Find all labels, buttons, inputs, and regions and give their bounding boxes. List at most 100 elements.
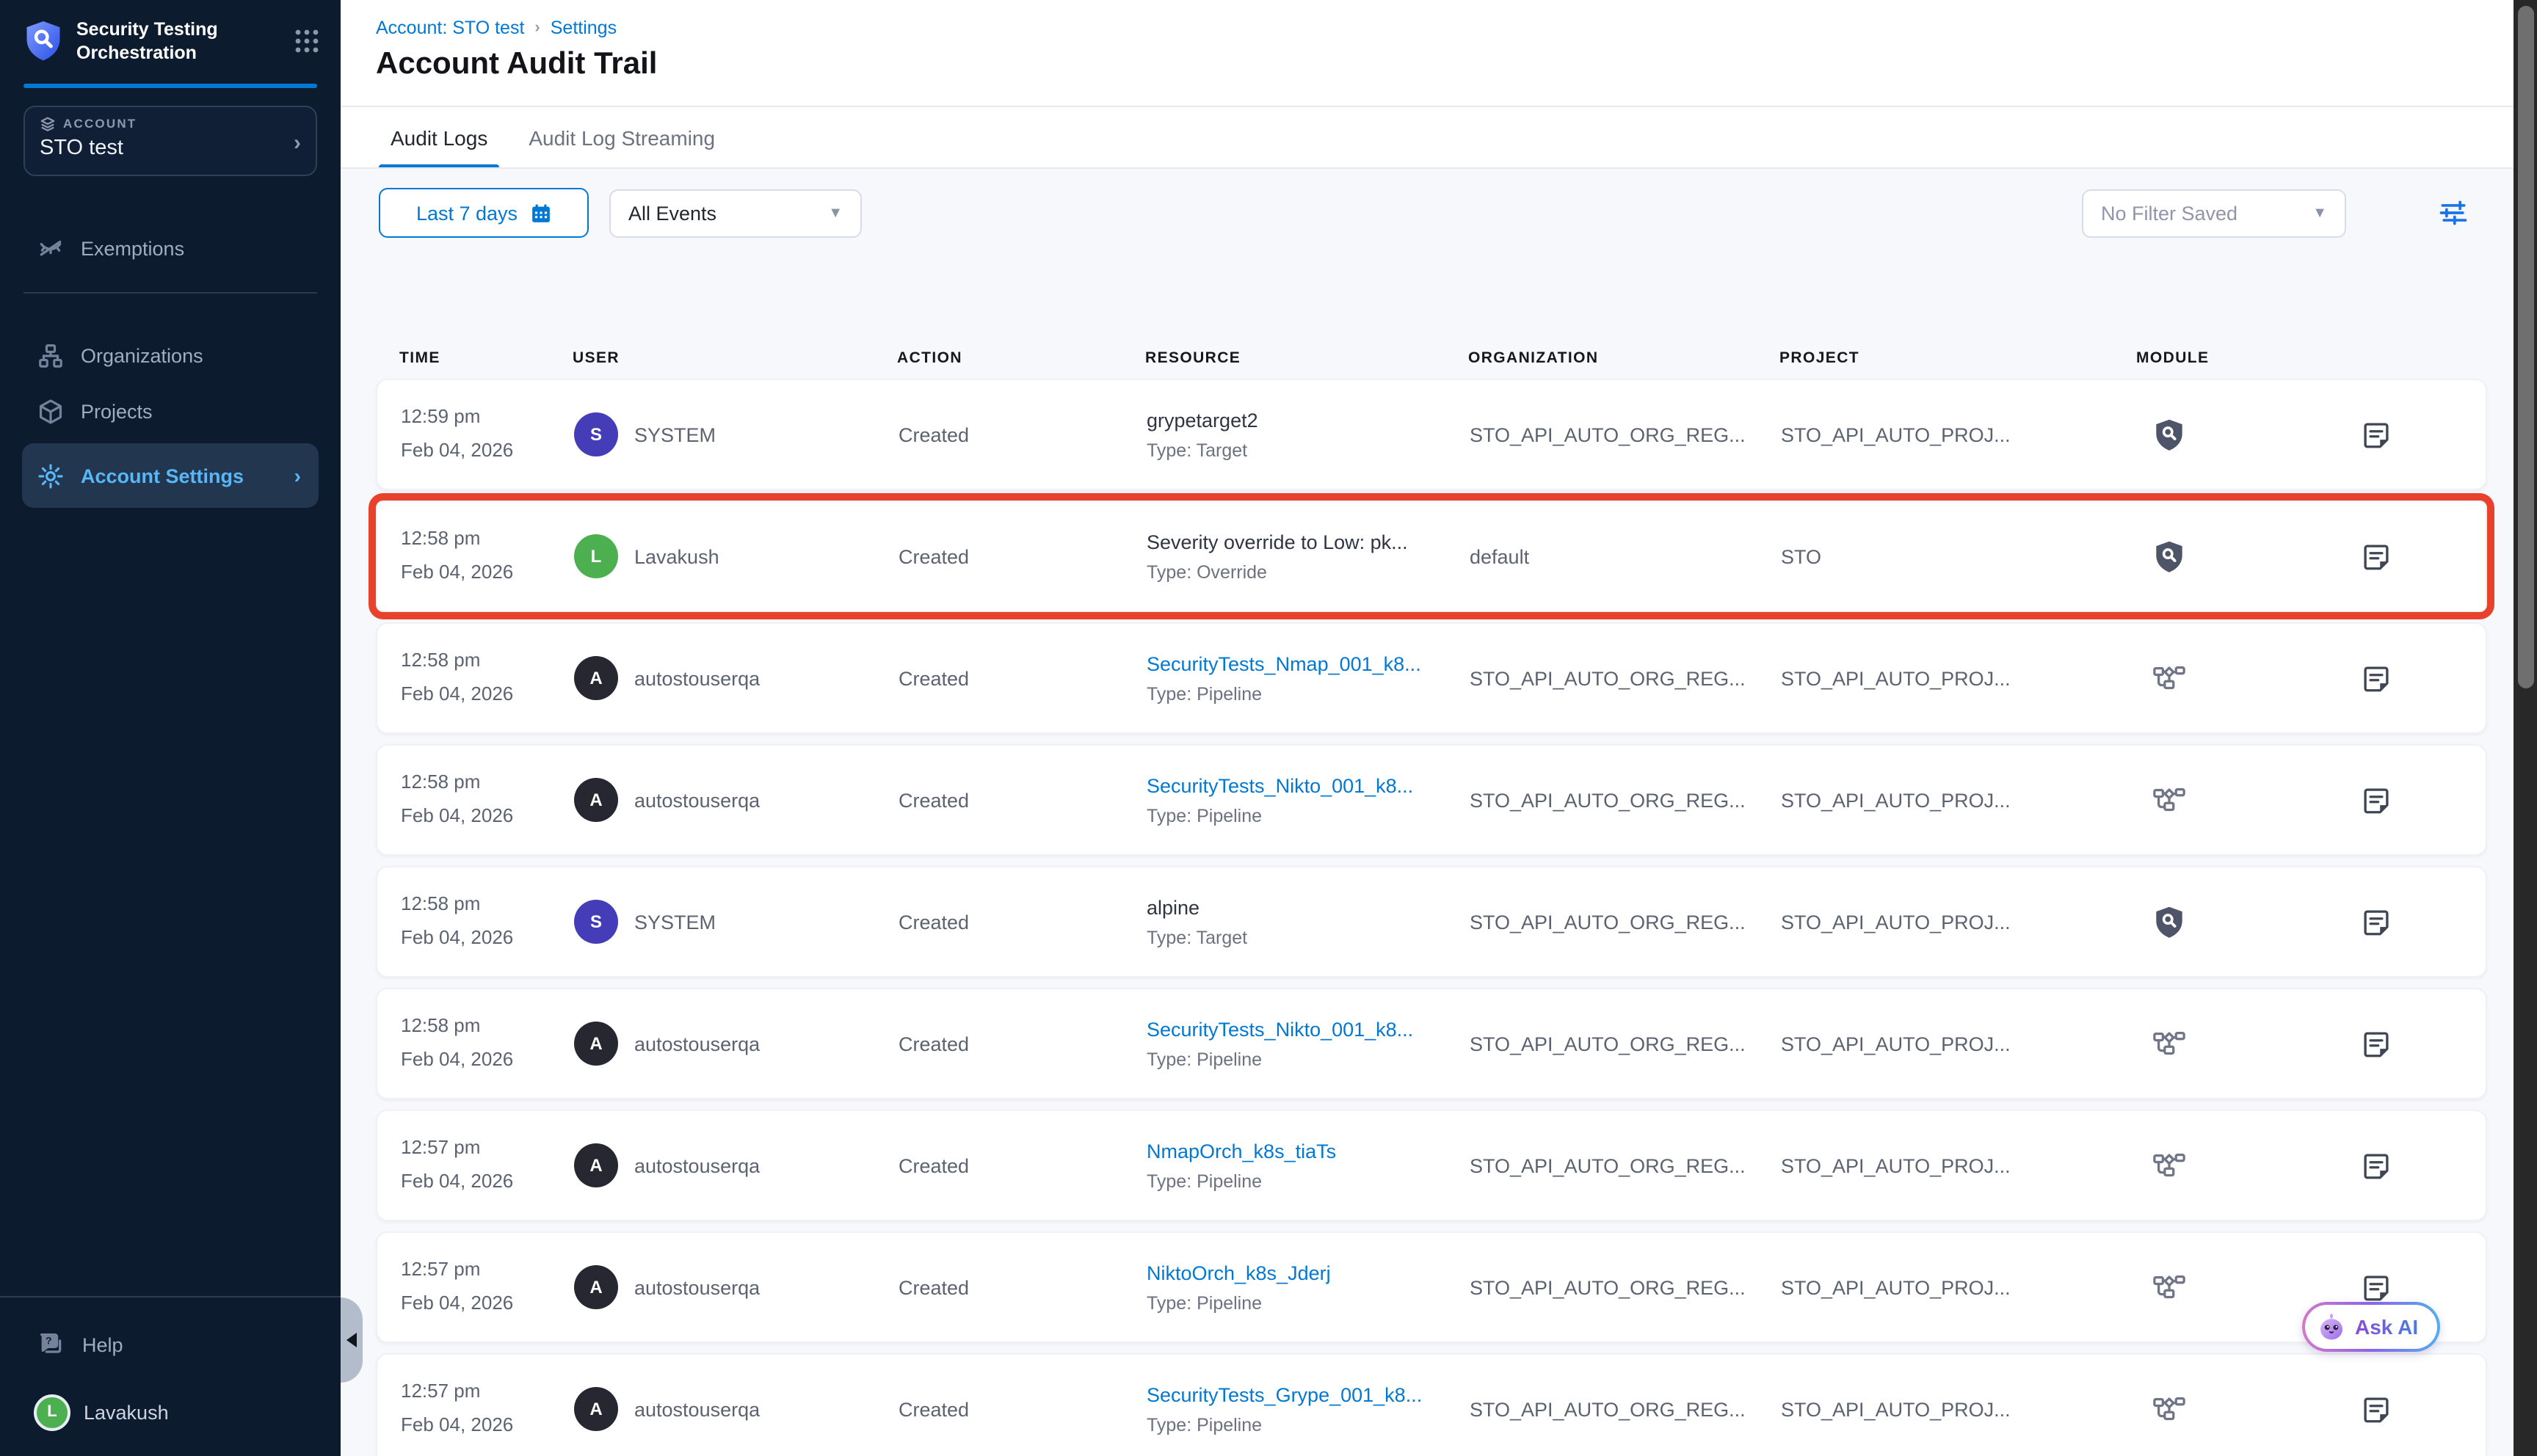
user-menu[interactable]: L Lavakush (0, 1377, 341, 1447)
table-row[interactable]: 12:59 pmFeb 04, 2026 S SYSTEM Created gr… (376, 379, 2487, 490)
resource-cell: Severity override to Low: pk... Type: Ov… (1147, 531, 1470, 582)
notes-icon[interactable] (2361, 1394, 2392, 1424)
module-grid-icon[interactable] (294, 29, 320, 55)
user-cell: S SYSTEM (574, 412, 899, 456)
time-cell: 12:58 pmFeb 04, 2026 (401, 889, 574, 956)
filter-sliders-icon[interactable] (2437, 197, 2469, 229)
table-body: 12:59 pmFeb 04, 2026 S SYSTEM Created gr… (376, 379, 2487, 1456)
sidebar-item-account-settings[interactable]: Account Settings › (22, 443, 319, 508)
footer-divider (0, 1296, 341, 1297)
column-header-project: PROJECT (1779, 349, 2136, 367)
notes-icon[interactable] (2361, 785, 2392, 815)
sidebar-item-organizations[interactable]: Organizations (0, 327, 341, 383)
scrollbar-thumb[interactable] (2517, 6, 2533, 688)
table-row[interactable]: 12:57 pmFeb 04, 2026 A autostouserqa Cre… (376, 1231, 2487, 1343)
sidebar-item-label: Exemptions (81, 237, 184, 259)
organization-cell: STO_API_AUTO_ORG_REG... (1470, 1033, 1781, 1055)
project-cell: STO_API_AUTO_PROJ... (1781, 1398, 2138, 1420)
sidebar-collapse-handle[interactable] (341, 1297, 363, 1383)
table-row[interactable]: 12:58 pmFeb 04, 2026 A autostouserqa Cre… (376, 988, 2487, 1099)
notes-icon[interactable] (2361, 1150, 2392, 1181)
user-avatar: S (574, 412, 618, 456)
account-selector[interactable]: ACCOUNT STO test › (23, 105, 317, 175)
organization-cell: STO_API_AUTO_ORG_REG... (1470, 423, 1781, 445)
time-cell: 12:58 pmFeb 04, 2026 (401, 523, 574, 590)
notes-icon[interactable] (2361, 1028, 2392, 1059)
resource-cell: SecurityTests_Grype_001_k8... Type: Pipe… (1147, 1383, 1470, 1435)
chevron-right-icon: › (294, 464, 301, 487)
module-cell (2138, 1270, 2314, 1304)
module-cell (2138, 1149, 2314, 1182)
sidebar-item-exemptions[interactable]: Exemptions (0, 220, 341, 276)
notes-icon[interactable] (2361, 541, 2392, 572)
time-cell: 12:57 pmFeb 04, 2026 (401, 1132, 574, 1199)
saved-filter-select[interactable]: No Filter Saved ▼ (2082, 189, 2346, 238)
sto-module-icon (2152, 418, 2186, 451)
account-name: STO test (40, 136, 301, 159)
app-window: Security Testing Orchestration ACCOUNT S… (0, 0, 2537, 1456)
notes-icon[interactable] (2361, 419, 2392, 450)
ask-ai-label: Ask AI (2355, 1315, 2418, 1339)
column-header-time: TIME (399, 349, 573, 367)
table-row[interactable]: 12:58 pmFeb 04, 2026 L Lavakush Created … (376, 500, 2487, 612)
resource-name[interactable]: SecurityTests_Grype_001_k8... (1147, 1383, 1470, 1405)
pipeline-module-icon (2152, 1027, 2186, 1060)
tab-bar: Audit Logs Audit Log Streaming (370, 107, 736, 169)
org-chart-icon (37, 341, 65, 369)
date-range-label: Last 7 days (416, 202, 518, 224)
table-row[interactable]: 12:58 pmFeb 04, 2026 S SYSTEM Created al… (376, 866, 2487, 978)
table-row[interactable]: 12:58 pmFeb 04, 2026 A autostouserqa Cre… (376, 744, 2487, 856)
module-cell (2138, 783, 2314, 817)
notes-icon[interactable] (2361, 1272, 2392, 1303)
eye-off-icon (37, 234, 65, 262)
time-cell: 12:58 pmFeb 04, 2026 (401, 1011, 574, 1077)
user-cell: A autostouserqa (574, 778, 899, 822)
resource-type: Type: Override (1147, 561, 1470, 582)
notes-icon[interactable] (2361, 663, 2392, 694)
tab-audit-log-streaming[interactable]: Audit Log Streaming (517, 107, 727, 169)
resource-type: Type: Pipeline (1147, 1414, 1470, 1435)
organization-cell: STO_API_AUTO_ORG_REG... (1470, 789, 1781, 811)
time-cell: 12:57 pmFeb 04, 2026 (401, 1376, 574, 1443)
tab-audit-logs[interactable]: Audit Logs (379, 107, 499, 169)
scrollbar-track[interactable] (2514, 0, 2537, 1456)
table-row[interactable]: 12:57 pmFeb 04, 2026 A autostouserqa Cre… (376, 1353, 2487, 1456)
resource-type: Type: Target (1147, 927, 1470, 947)
resource-cell: NmapOrch_k8s_tiaTs Type: Pipeline (1147, 1140, 1470, 1191)
ask-ai-button[interactable]: Ask AI (2302, 1302, 2440, 1352)
notes-icon[interactable] (2361, 906, 2392, 937)
resource-name[interactable]: NmapOrch_k8s_tiaTs (1147, 1140, 1470, 1162)
resource-cell: alpine Type: Target (1147, 896, 1470, 947)
resource-name[interactable]: SecurityTests_Nmap_001_k8... (1147, 652, 1470, 674)
sto-module-icon (2152, 539, 2186, 573)
event-type-value: All Events (628, 203, 716, 225)
collapse-arrow-icon (346, 1333, 357, 1347)
filter-bar: Last 7 days All Events ▼ No Filter Saved… (341, 188, 2514, 241)
breadcrumb-account-link[interactable]: Account: STO test (376, 18, 524, 38)
resource-name[interactable]: SecurityTests_Nikto_001_k8... (1147, 1018, 1470, 1040)
resource-name[interactable]: NiktoOrch_k8s_Jderj (1147, 1262, 1470, 1284)
event-type-select[interactable]: All Events ▼ (609, 189, 862, 238)
resource-type: Type: Target (1147, 440, 1470, 460)
user-avatar: L (34, 1394, 70, 1430)
table-row[interactable]: 12:57 pmFeb 04, 2026 A autostouserqa Cre… (376, 1110, 2487, 1221)
action-cell: Created (899, 423, 1147, 445)
date-range-button[interactable]: Last 7 days (379, 188, 589, 238)
table-header: TIME USER ACTION RESOURCE ORGANIZATION P… (376, 342, 2487, 374)
sidebar-item-projects[interactable]: Projects (0, 383, 341, 439)
user-name: autostouserqa (634, 1033, 760, 1055)
organization-cell: STO_API_AUTO_ORG_REG... (1470, 911, 1781, 933)
time-cell: 12:58 pmFeb 04, 2026 (401, 767, 574, 834)
project-cell: STO_API_AUTO_PROJ... (1781, 423, 2138, 445)
resource-name[interactable]: SecurityTests_Nikto_001_k8... (1147, 774, 1470, 796)
project-cell: STO_API_AUTO_PROJ... (1781, 1033, 2138, 1055)
breadcrumb: Account: STO test › Settings (376, 18, 617, 38)
app-logo-row: Security Testing Orchestration (0, 0, 341, 80)
resource-cell: SecurityTests_Nikto_001_k8... Type: Pipe… (1147, 774, 1470, 826)
table-row[interactable]: 12:58 pmFeb 04, 2026 A autostouserqa Cre… (376, 622, 2487, 734)
action-cell: Created (899, 1154, 1147, 1176)
user-avatar: L (574, 534, 618, 578)
help-button[interactable]: ? Help (0, 1312, 341, 1377)
help-label: Help (82, 1333, 123, 1355)
breadcrumb-settings-link[interactable]: Settings (551, 18, 617, 38)
